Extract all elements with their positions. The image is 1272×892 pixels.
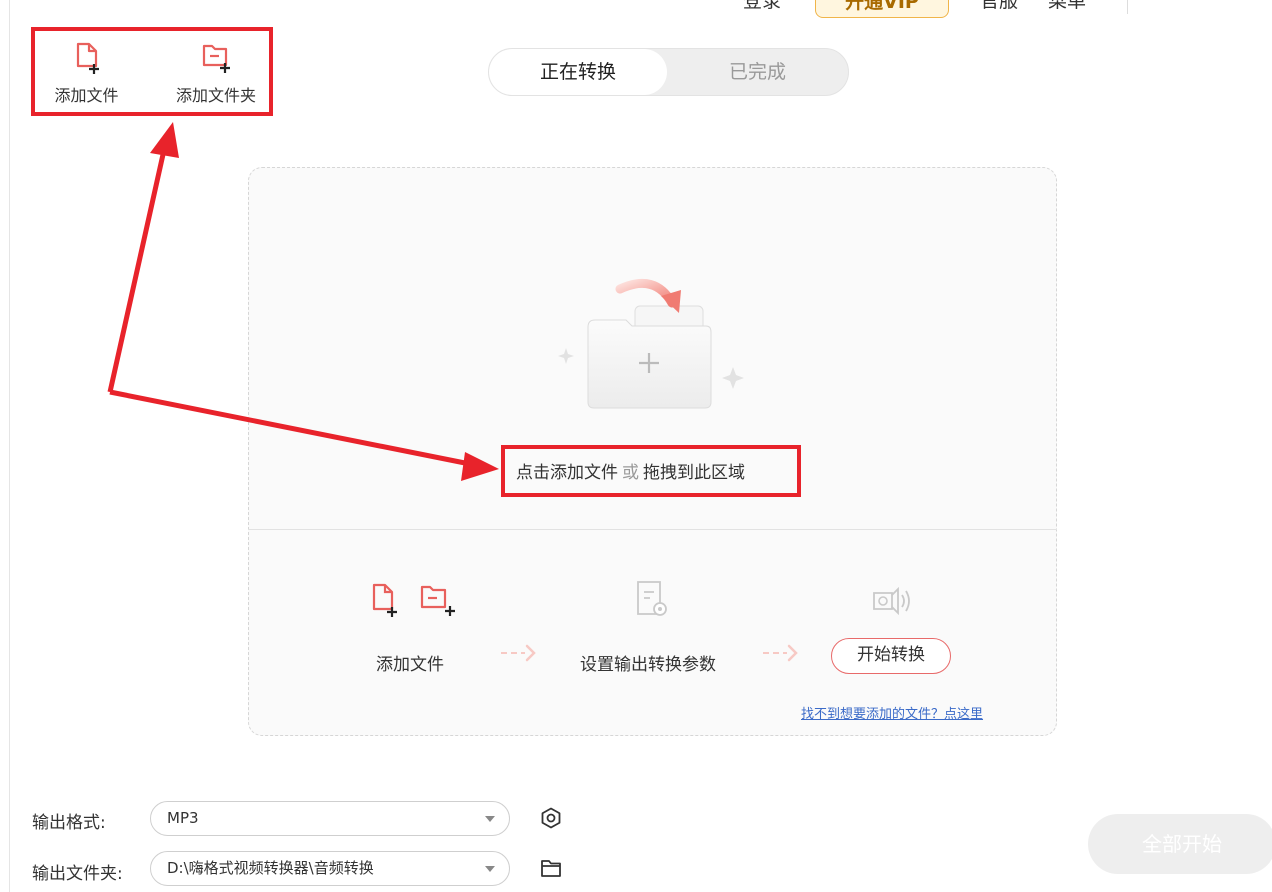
help-link[interactable]: 找不到想要添加的文件？点这里 [801, 703, 983, 722]
conversion-tabs: 正在转换 已完成 [488, 48, 849, 96]
open-folder-icon[interactable] [540, 858, 562, 878]
output-format-select[interactable]: MP3 [150, 801, 510, 836]
add-folder-icon [202, 44, 230, 73]
add-folder-label: 添加文件夹 [175, 86, 256, 105]
step-arrow-1-icon [501, 644, 536, 662]
output-folder-select[interactable]: D:\嗨格式视频转换器\音频转换 [150, 851, 510, 886]
start-convert-button[interactable]: 开始转换 [831, 638, 951, 674]
official-link[interactable]: 官服 [980, 0, 1018, 13]
add-file-icon [76, 42, 99, 74]
chevron-down-icon [485, 816, 495, 822]
tab-completed[interactable]: 已完成 [667, 49, 848, 95]
format-settings-icon[interactable] [540, 807, 562, 829]
login-link[interactable]: 登录 [743, 0, 781, 13]
step-arrow-2-icon [763, 644, 798, 662]
output-folder-value: D:\嗨格式视频转换器\音频转换 [167, 859, 374, 877]
start-all-button[interactable]: 全部开始 [1088, 814, 1272, 874]
drop-or-text: 或 [622, 463, 639, 483]
output-folder-label: 输出文件夹: [32, 864, 123, 884]
output-format-value: MP3 [167, 809, 199, 827]
drop-add-text: 点击添加文件 [516, 463, 618, 483]
add-folder-button[interactable]: 添加文件夹 [170, 42, 262, 106]
step-settings-label: 设置输出转换参数 [580, 655, 716, 675]
vip-button[interactable]: 开通VIP [815, 0, 949, 18]
add-file-button[interactable]: 添加文件 [49, 42, 124, 106]
step-add-folder-icon [420, 585, 455, 616]
drop-zone-divider [248, 529, 1057, 530]
window-divider [1127, 0, 1128, 14]
drop-instruction[interactable]: 点击添加文件或拖拽到此区域 [516, 458, 745, 483]
tab-converting[interactable]: 正在转换 [489, 49, 667, 95]
settings-document-icon [637, 581, 667, 616]
output-format-label: 输出格式: [32, 813, 106, 833]
left-border [9, 0, 10, 892]
step-add-file-label: 添加文件 [376, 655, 444, 675]
menu-link[interactable]: 菜单 [1048, 0, 1086, 13]
chevron-down-icon [485, 866, 495, 872]
folder-drop-illustration [558, 278, 744, 409]
add-file-label: 添加文件 [54, 86, 119, 105]
step-add-file-icon [372, 583, 397, 617]
audio-convert-icon [873, 586, 910, 616]
drop-drag-text: 拖拽到此区域 [643, 463, 745, 483]
